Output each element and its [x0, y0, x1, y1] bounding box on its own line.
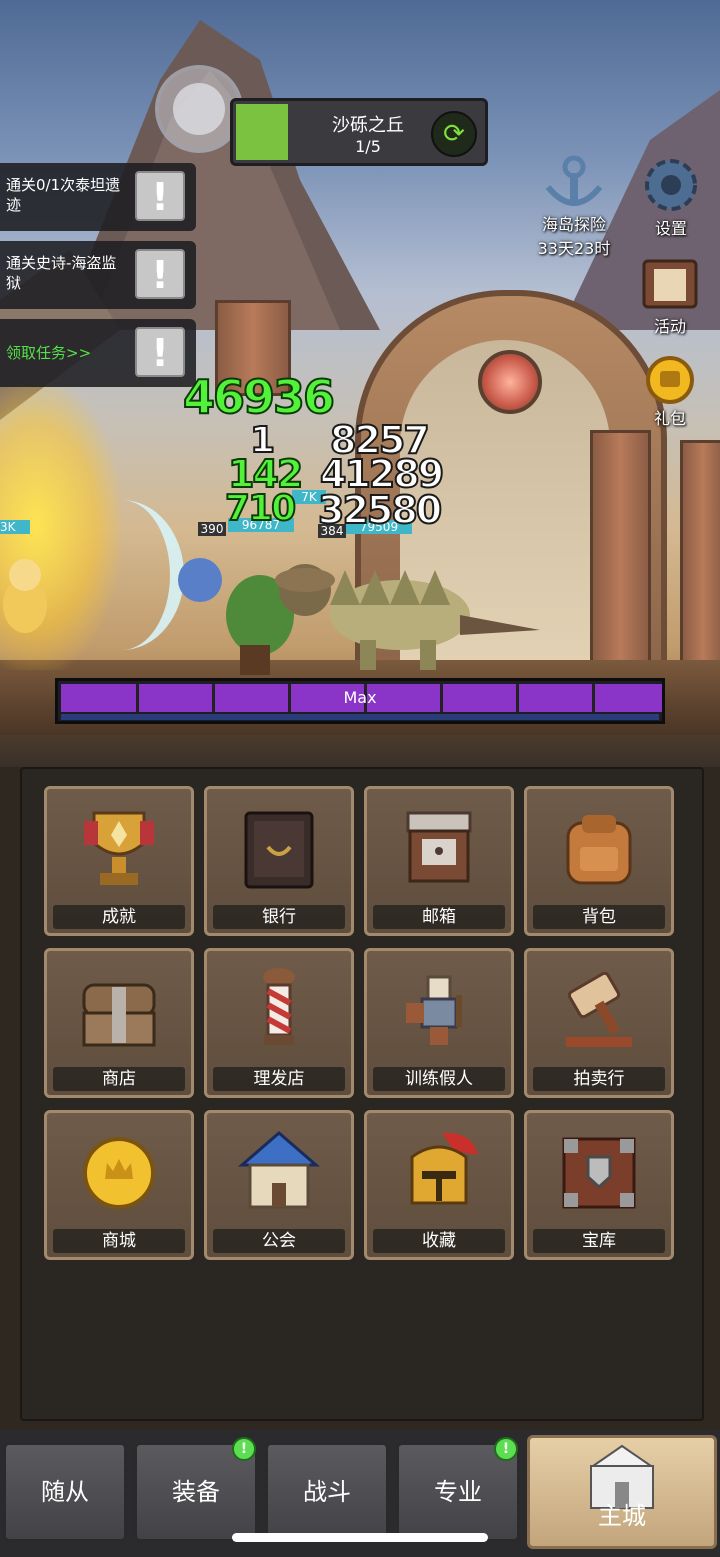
quest-text: 通关史诗-海盗监狱	[6, 254, 117, 292]
combatants	[3, 558, 540, 675]
nav-main-city[interactable]: 主城	[527, 1435, 717, 1549]
auction-tile[interactable]: 拍卖行	[524, 948, 674, 1098]
trophy-icon	[84, 811, 154, 885]
notification-badge: !	[232, 1437, 256, 1461]
gear-icon	[645, 159, 697, 211]
settings-label: 设置	[654, 219, 687, 238]
nav-battle[interactable]: 战斗	[265, 1442, 389, 1542]
tile-label: 商店	[53, 1067, 185, 1091]
ally-hero	[3, 559, 47, 633]
guild-hall-icon	[237, 1131, 321, 1209]
guild-tile[interactable]: 公会	[204, 1110, 354, 1260]
gift-pack-button[interactable]: 礼包	[638, 355, 702, 429]
charge-sub-bar	[61, 714, 659, 720]
tile-label: 公会	[213, 1229, 345, 1253]
mailbox-icon	[406, 811, 472, 883]
home-indicator	[232, 1533, 488, 1542]
damage-number: 32580	[317, 487, 443, 533]
tile-label: 收藏	[373, 1229, 505, 1253]
tile-label: 宝库	[533, 1229, 665, 1253]
quest-item[interactable]: 通关史诗-海盗监狱 !	[0, 241, 196, 309]
tile-label: 成就	[53, 905, 185, 929]
backpack-tile[interactable]: 背包	[524, 786, 674, 936]
helmet-icon	[410, 1132, 478, 1205]
player-hero	[178, 558, 335, 675]
damage-number: 46936	[182, 369, 336, 425]
mall-tile[interactable]: 商城	[44, 1110, 194, 1260]
chest-icon	[82, 983, 156, 1047]
training-dummy-icon	[406, 975, 462, 1045]
activity-button[interactable]: 活动	[628, 255, 712, 337]
stage-progress-fill	[236, 104, 288, 160]
vault-icon	[562, 1137, 636, 1209]
damage-number: 710	[224, 487, 297, 530]
gift-label: 礼包	[653, 409, 686, 428]
bottom-navigation: 随从 装备 ! 战斗 专业 ! 主城	[0, 1430, 720, 1557]
quest-item[interactable]: 通关0/1次泰坦遗迹 !	[0, 163, 196, 231]
bank-tile[interactable]: 银行	[204, 786, 354, 936]
barber-tile[interactable]: 理发店	[204, 948, 354, 1098]
quest-alert-icon[interactable]: !	[135, 171, 185, 221]
stage-name: 沙砾之丘	[332, 115, 404, 136]
tile-label: 银行	[213, 905, 345, 929]
stage-progress[interactable]: 沙砾之丘 1/5 ⟳	[230, 98, 488, 166]
island-adventure-button[interactable]: 海岛探险 33天23时	[528, 155, 620, 259]
arch-gem	[478, 350, 542, 414]
panel-divider	[0, 735, 720, 767]
island-timer: 33天23时	[537, 239, 611, 258]
nav-main-city-label: 主城	[598, 1502, 646, 1530]
notification-badge: !	[494, 1437, 518, 1461]
nav-followers[interactable]: 随从	[3, 1442, 127, 1542]
scroll-board-icon	[642, 259, 698, 309]
tile-label: 理发店	[213, 1067, 345, 1091]
gold-coin-icon	[646, 356, 694, 404]
training-dummy-tile[interactable]: 训练假人	[364, 948, 514, 1098]
achievement-tile[interactable]: 成就	[44, 786, 194, 936]
quest-claim-link[interactable]: 领取任务>>	[6, 343, 128, 363]
skill-charge-bar: Max	[55, 678, 665, 724]
level-tag: 390	[198, 522, 226, 536]
stage-count: 1/5	[355, 137, 381, 156]
tile-label: 拍卖行	[533, 1067, 665, 1091]
tile-label: 背包	[533, 905, 665, 929]
refresh-icon[interactable]: ⟳	[431, 111, 477, 157]
tile-label: 训练假人	[373, 1067, 505, 1091]
treasury-tile[interactable]: 宝库	[524, 1110, 674, 1260]
mailbox-tile[interactable]: 邮箱	[364, 786, 514, 936]
collection-tile[interactable]: 收藏	[364, 1110, 514, 1260]
activity-label: 活动	[653, 317, 686, 336]
tile-label: 邮箱	[373, 905, 505, 929]
coin-icon	[83, 1137, 155, 1209]
tile-label: 商城	[53, 1229, 185, 1253]
shop-tile[interactable]: 商店	[44, 948, 194, 1098]
hp-tag: 3K	[0, 520, 30, 534]
quest-alert-icon[interactable]: !	[135, 249, 185, 299]
enemy-lizard	[330, 570, 540, 670]
gavel-icon	[566, 971, 632, 1047]
quest-alert-icon[interactable]: !	[135, 327, 185, 377]
backpack-icon	[566, 815, 632, 885]
pillar	[680, 440, 720, 666]
safe-icon	[244, 811, 314, 889]
pillar	[590, 430, 651, 666]
settings-button[interactable]: 设置	[632, 155, 710, 239]
quest-text: 通关0/1次泰坦遗迹	[6, 176, 121, 214]
quest-item[interactable]: 领取任务>> !	[0, 319, 196, 387]
barber-pole-icon	[263, 968, 295, 1045]
island-label: 海岛探险	[541, 215, 606, 234]
anchor-icon	[545, 155, 603, 206]
charge-label: Max	[343, 688, 377, 707]
